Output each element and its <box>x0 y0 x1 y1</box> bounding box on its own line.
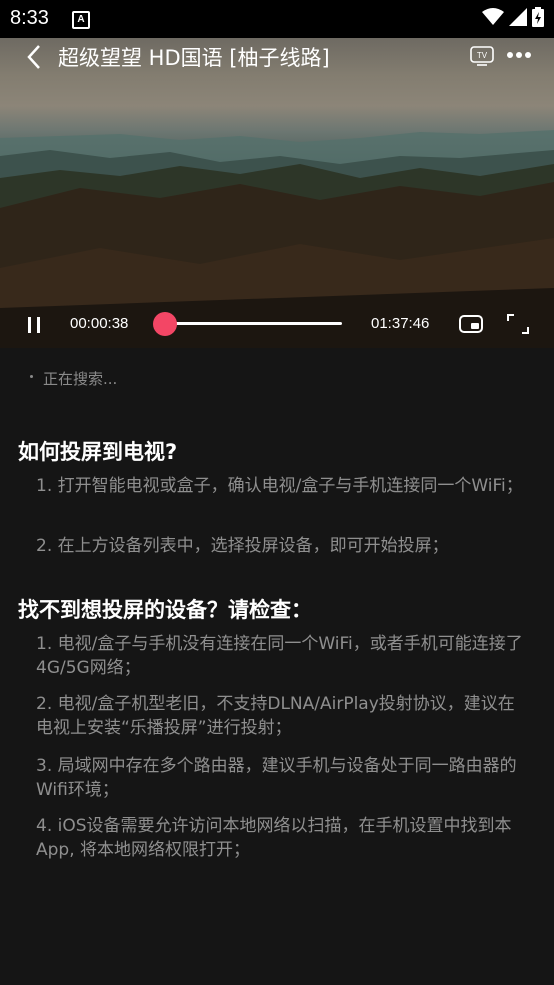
searching-status: 正在搜索... <box>30 368 117 389</box>
tv-cast-icon[interactable]: TV <box>470 46 494 66</box>
list-item: 3. 局域网中存在多个路由器，建议手机与设备处于同一路由器的Wifi环境； <box>36 756 517 800</box>
battery-icon <box>532 7 544 27</box>
section-heading-how-to-cast: 如何投屏到电视? <box>18 440 178 464</box>
notification-icon: A <box>72 11 90 29</box>
more-options-icon[interactable] <box>506 47 532 63</box>
signal-icon <box>509 8 527 26</box>
landscape-image <box>0 130 554 348</box>
status-icons <box>482 7 544 27</box>
duration-time: 01:37:46 <box>371 315 430 332</box>
status-time: 8:33 <box>10 7 49 29</box>
progress-thumb[interactable] <box>153 312 177 336</box>
status-bar: 8:33 A <box>0 0 554 38</box>
back-arrow-icon[interactable] <box>20 42 50 72</box>
list-item: 2. 电视/盒子机型老旧，不支持DLNA/AirPlay投射协议，建议在电视上安… <box>36 694 515 738</box>
picture-in-picture-icon[interactable] <box>459 314 483 334</box>
list-item: 1. 打开智能电视或盒子，确认电视/盒子与手机连接同一个WiFi； <box>36 476 523 496</box>
video-title: 超级望望 HD国语 [柚子线路] <box>58 46 330 70</box>
list-item: 2. 在上方设备列表中，选择投屏设备，即可开始投屏； <box>36 536 449 556</box>
searching-text: 正在搜索... <box>43 370 118 388</box>
list-item: 4. iOS设备需要允许访问本地网络以扫描，在手机设置中找到本App, 将本地网… <box>36 816 512 860</box>
list-item: 1. 电视/盒子与手机没有连接在同一个WiFi，或者手机可能连接了4G/5G网络… <box>36 634 523 678</box>
loading-dot-icon <box>30 375 33 378</box>
progress-track[interactable] <box>160 322 342 325</box>
section-heading-troubleshoot: 找不到想投屏的设备？请检查： <box>18 598 312 622</box>
pause-icon[interactable] <box>24 316 44 334</box>
wifi-icon <box>482 8 504 25</box>
tv-icon-label: TV <box>477 51 488 60</box>
current-time: 00:00:38 <box>70 315 129 332</box>
video-frame[interactable] <box>0 38 554 348</box>
fullscreen-icon[interactable] <box>507 314 529 334</box>
